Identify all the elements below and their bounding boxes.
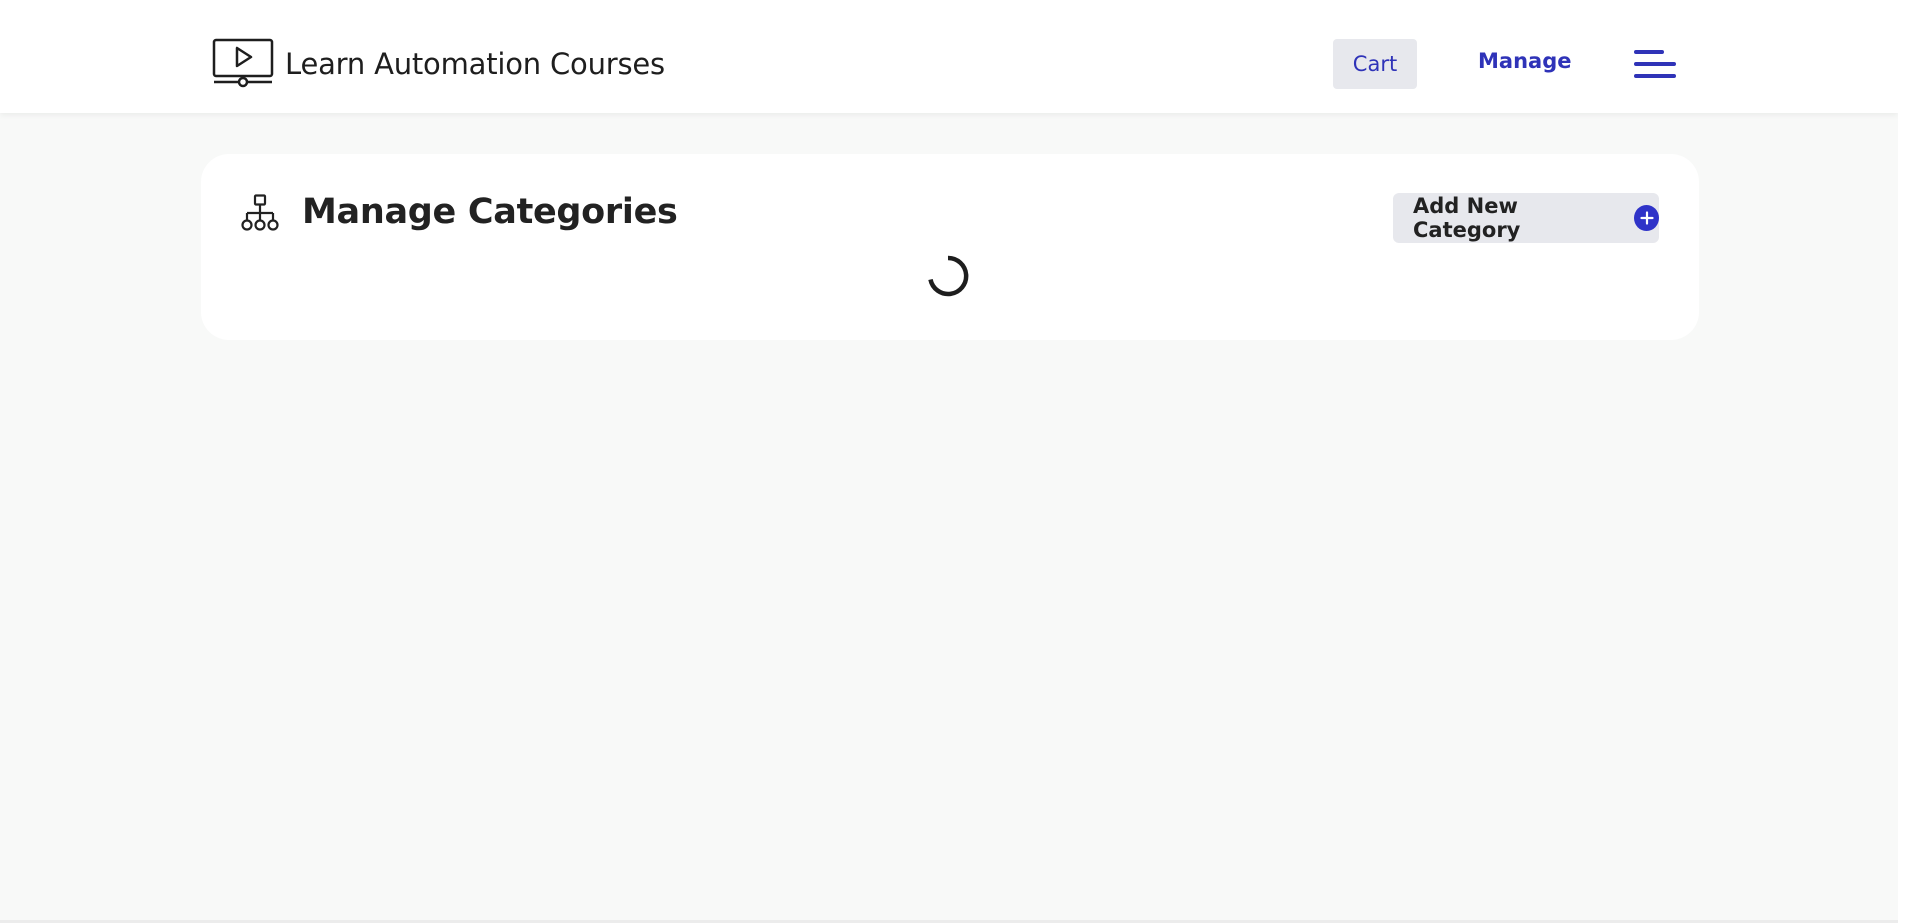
loading-spinner-icon [928,255,969,297]
brand-logo-link[interactable]: Learn Automation Courses [212,38,665,90]
brand-title: Learn Automation Courses [285,47,665,81]
top-navbar: Learn Automation Courses Cart Manage [0,0,1898,113]
manage-categories-card: Manage Categories Add New Category [201,154,1699,340]
add-new-category-label: Add New Category [1413,194,1521,242]
add-new-category-button[interactable]: Add New Category [1393,193,1659,243]
sitemap-hierarchy-icon [241,194,279,231]
hamburger-menu-icon[interactable] [1634,48,1676,80]
page-background: Learn Automation Courses Cart Manage Man… [0,0,1898,920]
video-player-icon [212,38,274,88]
cart-button[interactable]: Cart [1333,39,1417,89]
plus-circle-icon [1634,205,1659,231]
page-title: Manage Categories [302,192,678,232]
scrollbar-track[interactable] [1898,0,1920,923]
manage-link[interactable]: Manage [1478,49,1571,73]
